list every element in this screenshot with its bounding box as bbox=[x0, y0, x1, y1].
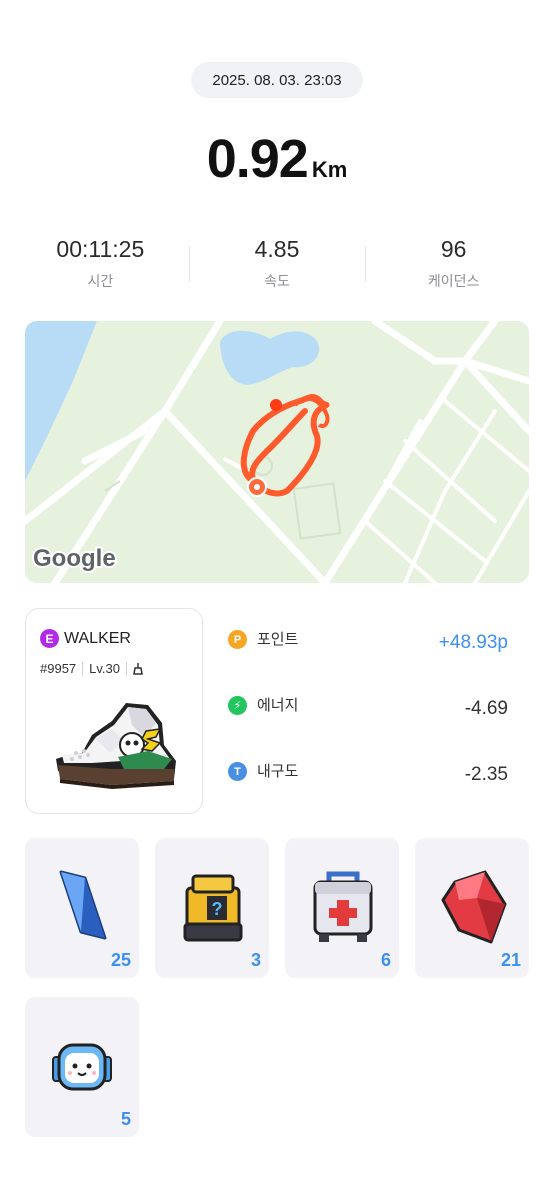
reward-value: -2.35 bbox=[464, 764, 508, 785]
walker-name: WALKER bbox=[64, 629, 131, 647]
map-attribution: Google bbox=[33, 545, 116, 572]
start-marker bbox=[270, 399, 282, 411]
item-count: 21 bbox=[500, 950, 521, 970]
date-time: 2025. 08. 03. 23:03 bbox=[212, 71, 342, 89]
stat-value: 00:11:25 bbox=[56, 236, 145, 262]
reward-label: 에너지 bbox=[257, 697, 299, 714]
walker-card[interactable]: E WALKER #9957 Lv.30 bbox=[25, 608, 203, 814]
item-robot-head[interactable]: 5 bbox=[25, 997, 139, 1137]
stat-speed: 4.85 속도 bbox=[188, 236, 366, 296]
item-count: 3 bbox=[250, 950, 261, 970]
stat-time: 00:11:25 시간 bbox=[12, 236, 189, 296]
distance-display: 0.92 Km bbox=[0, 128, 554, 190]
svg-text:?: ? bbox=[212, 899, 223, 919]
durability-icon: T bbox=[228, 762, 247, 781]
walker-header: E WALKER bbox=[40, 629, 131, 648]
distance-value: 0.92 bbox=[206, 129, 309, 189]
rewards-list: P 포인트 +48.93p ⚡ 에너지 -4.69 T 내구도 -2.35 bbox=[228, 630, 518, 828]
distance-unit: Km bbox=[311, 157, 348, 182]
energy-icon: ⚡ bbox=[228, 696, 247, 715]
item-count: 5 bbox=[120, 1109, 131, 1129]
reward-durability: T 내구도 -2.35 bbox=[228, 762, 518, 828]
reward-value: +48.93p bbox=[438, 632, 508, 653]
walker-meta: #9957 Lv.30 bbox=[40, 661, 143, 676]
reward-label: 내구도 bbox=[257, 763, 299, 780]
walker-level: Lv.30 bbox=[89, 661, 120, 676]
stats-row: 00:11:25 시간 4.85 속도 96 케이던스 bbox=[12, 236, 542, 296]
point-icon: P bbox=[228, 630, 247, 649]
stat-value: 4.85 bbox=[254, 236, 300, 262]
item-red-gem[interactable]: 21 bbox=[415, 838, 529, 978]
reward-value: -4.69 bbox=[464, 698, 508, 719]
stat-label: 케이던스 bbox=[427, 273, 480, 289]
sneaker-icon bbox=[56, 703, 176, 789]
date-pill: 2025. 08. 03. 23:03 bbox=[191, 62, 363, 98]
reward-points: P 포인트 +48.93p bbox=[228, 630, 518, 696]
item-count: 25 bbox=[110, 950, 131, 970]
route-map[interactable]: Google bbox=[25, 321, 529, 583]
item-count: 6 bbox=[380, 950, 391, 970]
walker-token-id: #9957 bbox=[40, 661, 77, 676]
item-mystery-box[interactable]: ? 3 bbox=[155, 838, 269, 978]
item-blue-crystal[interactable]: 25 bbox=[25, 838, 139, 978]
shoe-type-icon bbox=[133, 662, 143, 675]
grade-badge: E bbox=[40, 629, 59, 648]
reward-energy: ⚡ 에너지 -4.69 bbox=[228, 696, 518, 762]
stat-cadence: 96 케이던스 bbox=[365, 236, 542, 296]
stat-label: 속도 bbox=[264, 273, 290, 289]
reward-label: 포인트 bbox=[257, 631, 299, 648]
stat-value: 96 bbox=[440, 236, 467, 262]
stat-label: 시간 bbox=[87, 273, 114, 289]
item-first-aid-kit[interactable]: 6 bbox=[285, 838, 399, 978]
